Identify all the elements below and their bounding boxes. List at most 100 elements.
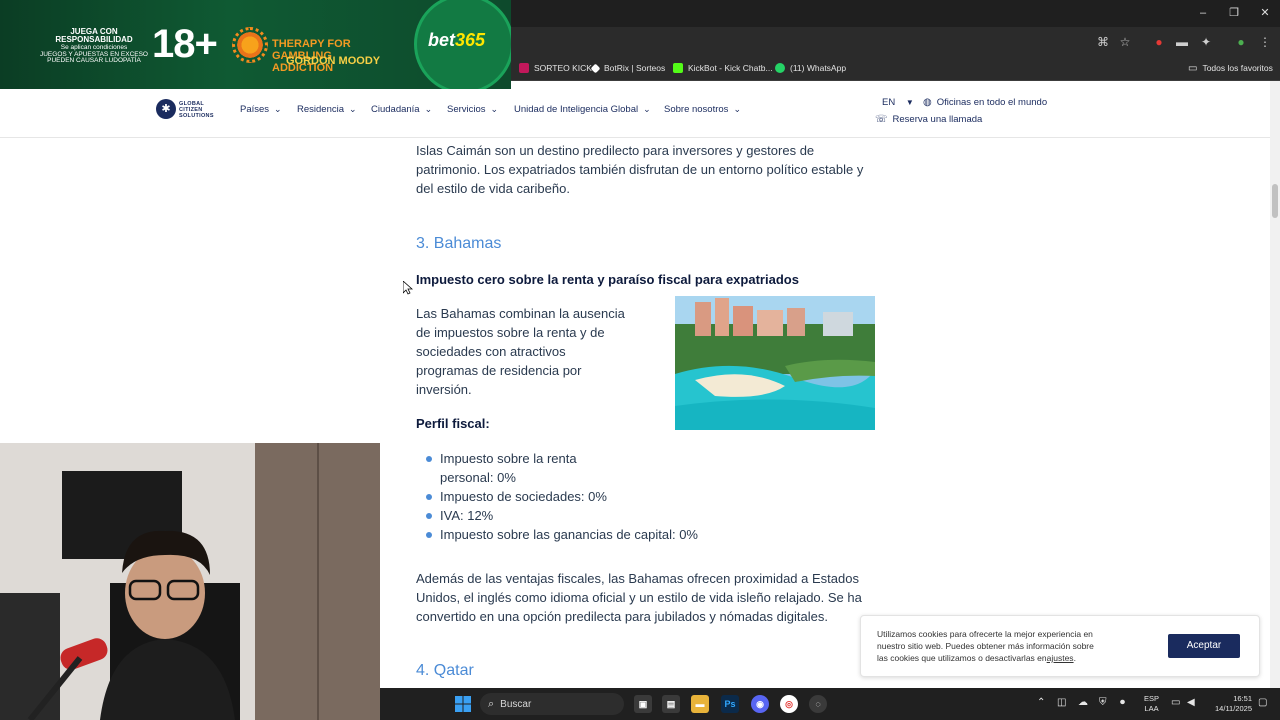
accept-cookies-button[interactable]: Aceptar	[1168, 634, 1240, 658]
bullet-icon	[426, 456, 432, 462]
bookmark-icon	[519, 63, 529, 73]
mouse-cursor-icon	[403, 281, 413, 295]
bookmark-whatsapp[interactable]: (11) WhatsApp	[775, 60, 846, 76]
fiscal-item: IVA: 12%	[440, 508, 494, 523]
screen: – ❐ ✕ ⌘ ☆ ● ▬ ✦ ● ⋮ SORTEO KICK BotRix |…	[0, 0, 1280, 720]
responsible-gambling-text: JUEGA CON RESPONSABILIDAD Se aplican con…	[39, 27, 148, 65]
fiscal-item: Impuesto de sociedades: 0%	[440, 489, 607, 504]
language-selector[interactable]: EN ▼	[882, 97, 914, 108]
intro-line: del estilo de vida caribeño.	[416, 181, 570, 196]
cookie-settings-link[interactable]: ajustes	[1047, 653, 1074, 663]
all-favorites-folder[interactable]: ▭ Todos los favoritos	[1188, 60, 1273, 76]
cookie-text: Utilizamos cookies para ofrecerte la mej…	[877, 629, 1094, 663]
nav-residencia[interactable]: Residencia ⌄	[297, 103, 357, 115]
intro-line: Islas Caimán son un destino predilecto p…	[416, 143, 815, 158]
gordon-moody-label: GORDON MOODY	[286, 55, 381, 67]
body-line: sociedades con atractivos	[416, 344, 566, 359]
restore-icon[interactable]: ❐	[1222, 4, 1246, 22]
extension-icon[interactable]: ▬	[1174, 34, 1190, 50]
offices-link[interactable]: ◍ Oficinas en todo el mundo	[923, 97, 1047, 108]
security-icon[interactable]: ⛨	[1099, 697, 1107, 708]
resort-image	[675, 296, 875, 430]
app-icon[interactable]: ▤	[662, 695, 680, 713]
search-icon: ⌕	[488, 697, 495, 710]
nav-inteligencia-global[interactable]: Unidad de Inteligencia Global ⌄	[514, 103, 651, 115]
tray-app-icon[interactable]: ◫	[1057, 697, 1066, 708]
fiscal-item: personal: 0%	[440, 470, 516, 485]
bookmark-botrix[interactable]: BotRix | Sorteos	[590, 60, 665, 76]
globe-icon: ◍	[923, 97, 932, 108]
nav-sobre-nosotros[interactable]: Sobre nosotros ⌄	[664, 103, 741, 115]
fiscal-item: Impuesto sobre la renta	[440, 451, 577, 466]
body-line: de impuestos sobre la renta y de	[416, 325, 605, 340]
body-line: Las Bahamas combinan la ausencia	[416, 306, 625, 321]
section-subtitle: Impuesto cero sobre la renta y paraíso f…	[416, 272, 799, 287]
onedrive-icon[interactable]: ☁	[1078, 697, 1088, 708]
bullet-icon	[426, 513, 432, 519]
section-title-bahamas: 3. Bahamas	[416, 235, 502, 252]
phone-icon: ☏	[875, 114, 888, 125]
webcam-feed-image	[0, 443, 380, 720]
chevron-down-icon: ⌄	[349, 103, 357, 114]
fiscal-profile-title: Perfil fiscal:	[416, 416, 490, 431]
age-restriction-label: 18+	[152, 22, 218, 66]
nav-paises[interactable]: Países ⌄	[240, 103, 282, 115]
chevron-down-icon: ⌄	[643, 103, 651, 114]
caret-down-icon: ▼	[905, 98, 914, 107]
menu-dots-icon[interactable]: ⋮	[1257, 34, 1273, 50]
notifications-icon[interactable]: ▢	[1258, 697, 1267, 708]
bahamas-resort-photo	[675, 296, 875, 430]
logo-icon[interactable]: ✱	[156, 99, 176, 119]
section-title-qatar: 4. Qatar	[416, 662, 474, 679]
bookmark-sorteo-kick[interactable]: SORTEO KICK	[519, 60, 592, 76]
bookmark-icon	[590, 63, 601, 73]
discord-icon[interactable]: ◉	[751, 695, 769, 713]
page-scrollbar[interactable]	[1270, 81, 1280, 688]
book-call-link[interactable]: ☏ Reserva una llamada	[875, 114, 982, 125]
nav-servicios[interactable]: Servicios ⌄	[447, 103, 498, 115]
photoshop-icon[interactable]: Ps	[721, 695, 739, 713]
gordon-moody-sun-icon	[232, 27, 268, 63]
outro-line: convertido en una opción predilecta para…	[416, 609, 828, 624]
outro-line: Unidos, el inglés como idioma oficial y …	[416, 590, 862, 605]
chrome-icon[interactable]: ◎	[780, 695, 798, 713]
bullet-icon	[426, 532, 432, 538]
microphone-icon[interactable]: ⏺	[1120, 697, 1125, 708]
body-line: inversión.	[416, 382, 472, 397]
fiscal-item: Impuesto sobre las ganancias de capital:…	[440, 527, 698, 542]
bookmark-kickbot[interactable]: KickBot - Kick Chatb...	[673, 60, 773, 76]
taskbar-search[interactable]: ⌕ Buscar	[480, 693, 624, 715]
folder-icon: ▭	[1188, 62, 1198, 74]
bet365-logo: bet365	[428, 30, 486, 50]
extension-icon[interactable]: ●	[1151, 34, 1167, 50]
volume-icon[interactable]: ◀	[1187, 697, 1195, 708]
obs-icon[interactable]: ◌	[809, 695, 827, 713]
chevron-down-icon: ⌄	[733, 103, 741, 114]
network-icon[interactable]: ▭	[1171, 697, 1180, 708]
bet365-ad-banner[interactable]: JUEGA CON RESPONSABILIDAD Se aplican con…	[0, 0, 511, 89]
webcam-overlay	[0, 443, 380, 720]
close-window-icon[interactable]: ✕	[1253, 4, 1277, 22]
file-explorer-icon[interactable]: ▬	[691, 695, 709, 713]
taskbar-clock[interactable]: 16:51 14/11/2025	[1204, 694, 1252, 714]
chevron-down-icon: ⌄	[274, 103, 282, 114]
body-line: programas de residencia por	[416, 363, 582, 378]
translate-icon[interactable]: ⌘	[1095, 34, 1111, 50]
bullet-icon	[426, 494, 432, 500]
bookmark-star-icon[interactable]: ☆	[1117, 34, 1133, 50]
scrollbar-thumb[interactable]	[1272, 184, 1278, 218]
chevron-down-icon: ⌄	[490, 103, 499, 114]
extensions-puzzle-icon[interactable]: ✦	[1198, 34, 1214, 50]
intro-line: patrimonio. Los expatriados también disf…	[416, 162, 864, 177]
site-logo[interactable]: GLOBAL CITIZEN SOLUTIONS	[179, 101, 215, 119]
nav-ciudadania[interactable]: Ciudadanía ⌄	[371, 103, 432, 115]
profile-avatar-icon[interactable]: ●	[1233, 34, 1249, 50]
minimize-icon[interactable]: –	[1191, 4, 1215, 22]
whatsapp-icon	[775, 63, 785, 73]
bookmark-icon	[673, 63, 683, 73]
outro-line: Además de las ventajas fiscales, las Bah…	[416, 571, 859, 586]
input-language[interactable]: ESP LAA	[1144, 694, 1159, 714]
tray-chevron-up-icon[interactable]: ⌃	[1037, 697, 1045, 708]
task-view-icon[interactable]: ▣	[634, 695, 652, 713]
windows-start-icon[interactable]	[455, 696, 471, 712]
